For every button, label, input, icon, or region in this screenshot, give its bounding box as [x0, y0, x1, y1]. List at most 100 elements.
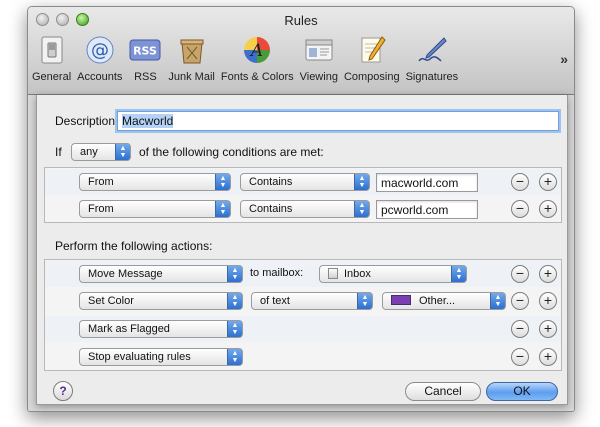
condition-operator-value: Contains [249, 203, 293, 215]
description-input[interactable]: Macworld [117, 111, 559, 131]
cancel-button[interactable]: Cancel [405, 382, 481, 401]
toolbar-label: RSS [134, 71, 157, 83]
popup-arrows-icon: ▲ ▼ [115, 144, 130, 160]
popup-arrows-icon: ▲ ▼ [354, 174, 369, 190]
rss-icon: RSS [128, 33, 162, 67]
condition-field-value: From [88, 176, 114, 188]
add-condition-button[interactable]: + [539, 200, 557, 218]
toolbar-signatures[interactable]: Signatures [405, 33, 459, 91]
toolbar-label: Signatures [405, 71, 459, 83]
condition-field-popup[interactable]: From ▲ ▼ [79, 173, 231, 191]
toolbar-label: Viewing [299, 71, 338, 83]
condition-row: From ▲ ▼ Contains ▲ ▼ macworld.com − + [45, 169, 561, 195]
toolbar-label: Accounts [77, 71, 123, 83]
color-swatch [391, 295, 411, 305]
rules-window: Rules General @ Accounts RSS RSS Junk Ma… [27, 6, 575, 412]
remove-condition-button[interactable]: − [511, 173, 529, 191]
actions-heading: Perform the following actions: [55, 239, 213, 253]
condition-operator-value: Contains [249, 176, 293, 188]
toolbar-label: General [32, 71, 72, 83]
toolbar-label: Fonts & Colors [220, 71, 294, 83]
svg-text:RSS: RSS [133, 45, 157, 58]
popup-arrows-icon: ▲ ▼ [227, 293, 242, 309]
condition-operator-popup[interactable]: Contains ▲ ▼ [240, 173, 370, 191]
action-type-popup[interactable]: Move Message ▲ ▼ [79, 265, 243, 283]
description-label: Description: [55, 114, 119, 128]
action-type-value: Mark as Flagged [88, 323, 170, 335]
color-choice-popup[interactable]: Other... ▲ ▼ [382, 292, 506, 310]
action-type-value: Set Color [88, 295, 134, 307]
condition-row: From ▲ ▼ Contains ▲ ▼ pcworld.com − + [45, 196, 561, 222]
actions-panel: Move Message ▲ ▼ to mailbox: Inbox ▲ ▼ − +… [44, 259, 562, 371]
signature-pen-icon [415, 33, 449, 67]
action-type-popup[interactable]: Stop evaluating rules ▲ ▼ [79, 348, 243, 366]
match-mode-popup[interactable]: any ▲ ▼ [71, 143, 131, 161]
remove-action-button[interactable]: − [511, 292, 529, 310]
conditions-panel: From ▲ ▼ Contains ▲ ▼ macworld.com − + Fro… [44, 167, 562, 223]
action-row-flag: Mark as Flagged ▲ ▼ − + [45, 316, 561, 342]
condition-field-popup[interactable]: From ▲ ▼ [79, 200, 231, 218]
add-action-button[interactable]: + [539, 320, 557, 338]
toolbar-junk-mail[interactable]: Junk Mail [168, 33, 215, 91]
add-action-button[interactable]: + [539, 348, 557, 366]
fonts-colors-icon: A [240, 33, 274, 67]
to-mailbox-label: to mailbox: [250, 267, 304, 279]
light-switch-icon [35, 33, 69, 67]
remove-action-button[interactable]: − [511, 348, 529, 366]
condition-value-input[interactable]: pcworld.com [376, 200, 478, 219]
remove-action-button[interactable]: − [511, 320, 529, 338]
popup-arrows-icon: ▲ ▼ [215, 201, 230, 217]
match-mode-value: any [80, 146, 98, 158]
action-type-popup[interactable]: Set Color ▲ ▼ [79, 292, 243, 310]
toolbar-rss[interactable]: RSS RSS [128, 33, 162, 91]
conditions-suffix-label: of the following conditions are met: [139, 145, 324, 159]
composing-pencil-icon [355, 33, 389, 67]
popup-arrows-icon: ▲ ▼ [490, 293, 505, 309]
toolbar-accounts[interactable]: @ Accounts [77, 33, 122, 91]
action-row-stop: Stop evaluating rules ▲ ▼ − + [45, 344, 561, 370]
color-choice-value: Other... [419, 295, 456, 307]
toolbar-fonts-colors[interactable]: A Fonts & Colors [221, 33, 294, 91]
junk-mail-bin-icon [175, 33, 209, 67]
toolbar-composing[interactable]: Composing [344, 33, 400, 91]
add-condition-button[interactable]: + [539, 173, 557, 191]
condition-operator-popup[interactable]: Contains ▲ ▼ [240, 200, 370, 218]
if-label: If [55, 145, 62, 159]
popup-arrows-icon: ▲ ▼ [357, 293, 372, 309]
svg-text:A: A [249, 41, 263, 61]
preferences-toolbar: General @ Accounts RSS RSS Junk Mail A F… [32, 33, 464, 91]
remove-action-button[interactable]: − [511, 265, 529, 283]
action-type-value: Stop evaluating rules [88, 351, 191, 363]
action-row-color: Set Color ▲ ▼ of text ▲ ▼ Other... ▲ ▼ − + [45, 288, 561, 314]
action-type-value: Move Message [88, 268, 163, 280]
action-type-popup[interactable]: Mark as Flagged ▲ ▼ [79, 320, 243, 338]
at-sign-icon: @ [83, 33, 117, 67]
toolbar-general[interactable]: General [32, 33, 71, 91]
mailbox-icon [328, 268, 338, 279]
action-row-move: Move Message ▲ ▼ to mailbox: Inbox ▲ ▼ − + [45, 261, 561, 287]
condition-field-value: From [88, 203, 114, 215]
color-target-popup[interactable]: of text ▲ ▼ [251, 292, 373, 310]
toolbar-viewing[interactable]: Viewing [300, 33, 338, 91]
description-value: Macworld [122, 114, 174, 128]
add-action-button[interactable]: + [539, 292, 557, 310]
ok-button[interactable]: OK [486, 382, 558, 401]
toolbar-overflow-chevron-icon[interactable]: » [560, 51, 568, 67]
popup-arrows-icon: ▲ ▼ [227, 349, 242, 365]
toolbar-label: Composing [343, 71, 400, 83]
mailbox-popup[interactable]: Inbox ▲ ▼ [319, 265, 467, 283]
window-title: Rules [284, 13, 318, 28]
popup-arrows-icon: ▲ ▼ [227, 321, 242, 337]
help-button[interactable]: ? [53, 381, 73, 401]
add-action-button[interactable]: + [539, 265, 557, 283]
window-titlebar: Rules General @ Accounts RSS RSS Junk Ma… [28, 7, 574, 95]
popup-arrows-icon: ▲ ▼ [354, 201, 369, 217]
remove-condition-button[interactable]: − [511, 200, 529, 218]
rule-editor-sheet: Description: Macworld If any ▲ ▼ of the f… [36, 95, 568, 405]
mailbox-value: Inbox [344, 268, 371, 280]
popup-arrows-icon: ▲ ▼ [227, 266, 242, 282]
viewing-icon [302, 33, 336, 67]
svg-text:@: @ [91, 40, 109, 61]
condition-value-input[interactable]: macworld.com [376, 173, 478, 192]
popup-arrows-icon: ▲ ▼ [451, 266, 466, 282]
